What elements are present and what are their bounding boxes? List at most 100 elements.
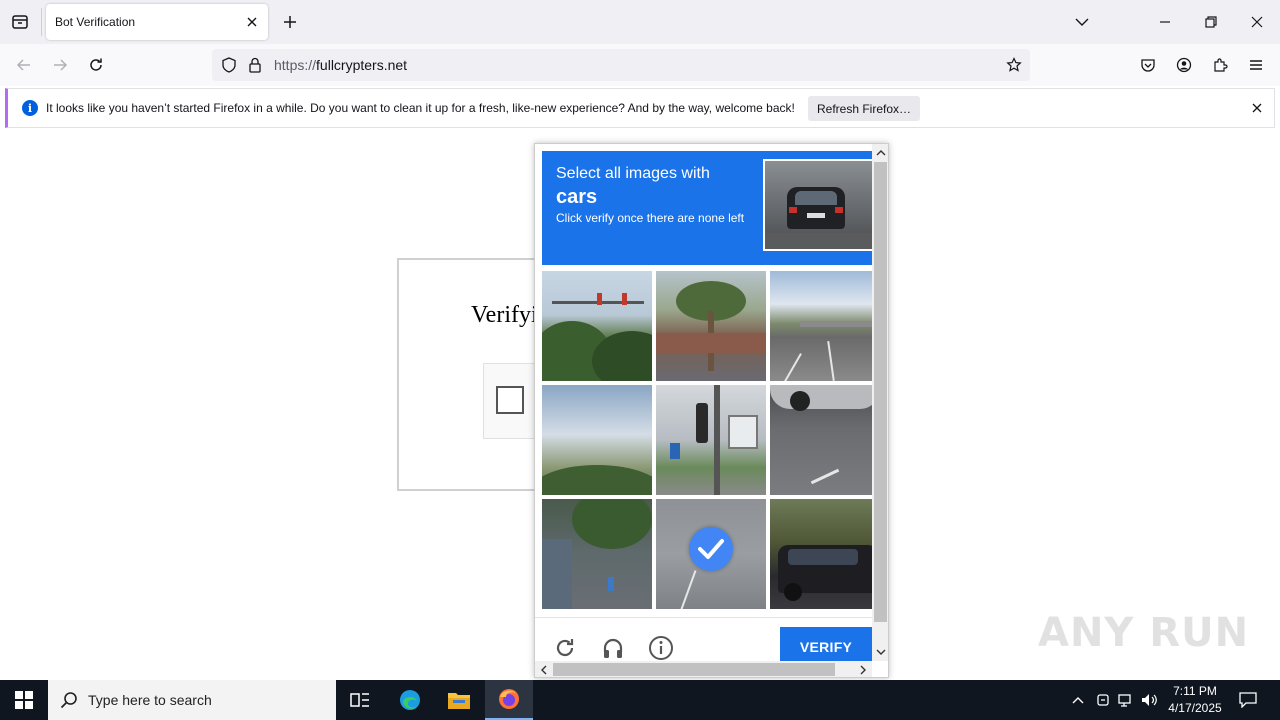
- captcha-tile-1[interactable]: [542, 271, 652, 381]
- lock-icon[interactable]: [248, 57, 262, 73]
- chevron-left-icon: [541, 665, 547, 674]
- url-protocol: https://: [274, 57, 317, 73]
- anyrun-watermark: ANY RUN: [1038, 610, 1250, 656]
- sample-taillight-right: [835, 207, 843, 213]
- bookmark-star-icon[interactable]: [1006, 57, 1022, 73]
- minimize-icon: [1160, 21, 1170, 23]
- captcha-target-object: cars: [556, 186, 598, 208]
- show-hidden-icons-button[interactable]: [1069, 692, 1087, 708]
- overpass: [800, 321, 880, 327]
- chevron-up-icon: [876, 150, 885, 156]
- clock-date: 4/17/2025: [1168, 701, 1222, 715]
- device-icon: [1097, 694, 1109, 706]
- captcha-vertical-scrollbar[interactable]: [872, 144, 888, 661]
- vertical-scroll-thumb[interactable]: [874, 162, 887, 622]
- human-check-checkbox[interactable]: [496, 386, 524, 414]
- action-center-button[interactable]: [1238, 691, 1258, 709]
- tab-title: Bot Verification: [55, 15, 136, 29]
- captcha-sample-image: [763, 159, 875, 251]
- taskbar-firefox[interactable]: [485, 680, 533, 720]
- captcha-tile-8[interactable]: [656, 499, 766, 609]
- taskbar-file-explorer[interactable]: [435, 680, 483, 720]
- car-wheel: [790, 391, 810, 411]
- scroll-right-arrow[interactable]: [855, 661, 872, 677]
- list-all-tabs-button[interactable]: [1070, 10, 1094, 34]
- folder-icon: [448, 693, 470, 709]
- tile-selected-check: [689, 527, 733, 571]
- screen: Bot Verification https://fullcrypters.ne…: [0, 0, 1280, 720]
- chevron-down-icon: [1075, 18, 1089, 26]
- storefront: [542, 539, 572, 609]
- audio-challenge-button[interactable]: [599, 634, 627, 662]
- pocket-button[interactable]: [1136, 53, 1160, 77]
- captcha-tile-3[interactable]: [770, 271, 880, 381]
- extensions-button[interactable]: [1208, 53, 1232, 77]
- captcha-tile-4[interactable]: [542, 385, 652, 495]
- car-bumper: [770, 385, 880, 409]
- minimize-button[interactable]: [1153, 10, 1177, 34]
- sample-license-plate: [807, 213, 825, 218]
- shield-icon[interactable]: [221, 57, 237, 73]
- scroll-down-arrow[interactable]: [872, 644, 888, 661]
- menu-button[interactable]: [1244, 53, 1268, 77]
- captcha-info-button[interactable]: [647, 634, 675, 662]
- tab-close-button[interactable]: [244, 14, 260, 30]
- hamburger-menu-icon: [1250, 60, 1262, 70]
- sample-road: [765, 233, 873, 249]
- forward-button[interactable]: [48, 53, 72, 77]
- task-view-button[interactable]: [336, 680, 384, 720]
- scroll-left-arrow[interactable]: [535, 661, 552, 677]
- account-icon: [1176, 57, 1192, 73]
- captcha-tile-2[interactable]: [656, 271, 766, 381]
- plus-icon: [284, 16, 296, 28]
- taskbar-clock[interactable]: 7:11 PM 4/17/2025: [1160, 683, 1230, 717]
- close-icon: [1251, 16, 1263, 28]
- url-bar[interactable]: https://fullcrypters.net: [212, 49, 1030, 81]
- url-text[interactable]: https://fullcrypters.net: [274, 57, 407, 73]
- captcha-tile-5[interactable]: [656, 385, 766, 495]
- tab-list-button[interactable]: [8, 10, 32, 34]
- reload-challenge-button[interactable]: [551, 634, 579, 662]
- building-window: [728, 415, 758, 449]
- captcha-horizontal-scrollbar[interactable]: [535, 661, 872, 677]
- image-captcha-popup: Select all images with cars Click verify…: [534, 143, 889, 678]
- reload-button[interactable]: [84, 53, 108, 77]
- scroll-up-arrow[interactable]: [872, 144, 888, 161]
- tray-device-icon[interactable]: [1094, 692, 1112, 708]
- captcha-header: Select all images with cars Click verify…: [542, 151, 875, 265]
- inbox-icon: [12, 15, 28, 29]
- tab-separator: [41, 8, 42, 36]
- taskbar-edge[interactable]: [386, 680, 434, 720]
- taskbar-search-box[interactable]: Type here to search: [48, 680, 336, 720]
- tray-network-icon[interactable]: [1117, 692, 1135, 708]
- notification-close-button[interactable]: [1250, 101, 1264, 115]
- refresh-firefox-button[interactable]: Refresh Firefox…: [808, 96, 920, 121]
- notification-message: It looks like you haven’t started Firefo…: [46, 101, 795, 115]
- url-host: fullcrypters.net: [316, 57, 408, 73]
- traffic-light: [597, 293, 602, 305]
- close-icon: [247, 17, 257, 27]
- captcha-tile-9[interactable]: [770, 499, 880, 609]
- sample-car-window: [795, 191, 837, 205]
- horizontal-scroll-thumb[interactable]: [553, 663, 835, 676]
- start-button[interactable]: [0, 680, 48, 720]
- speaker-icon: [1142, 694, 1157, 706]
- captcha-tile-7[interactable]: [542, 499, 652, 609]
- tab-bot-verification[interactable]: Bot Verification: [46, 4, 268, 40]
- info-icon: i: [22, 100, 38, 116]
- puzzle-icon: [1214, 58, 1228, 72]
- windows-logo-icon: [15, 691, 33, 709]
- firefox-icon: [499, 689, 519, 709]
- traffic-light: [622, 293, 627, 305]
- arrow-left-icon: [16, 59, 30, 71]
- new-tab-button[interactable]: [280, 12, 300, 32]
- window-close-button[interactable]: [1245, 10, 1269, 34]
- close-icon: [1252, 103, 1262, 113]
- restore-button[interactable]: [1199, 10, 1223, 34]
- account-button[interactable]: [1172, 53, 1196, 77]
- captcha-footer-divider: [535, 617, 872, 618]
- tray-volume-icon[interactable]: [1141, 692, 1159, 708]
- edge-browser-icon: [400, 690, 420, 710]
- back-button[interactable]: [12, 53, 36, 77]
- captcha-tile-6[interactable]: [770, 385, 880, 495]
